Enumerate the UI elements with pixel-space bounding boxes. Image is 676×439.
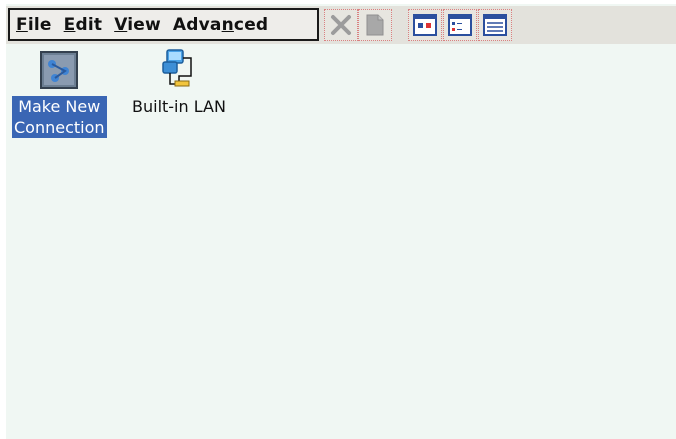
small-icons-view-button[interactable]: [443, 9, 477, 41]
properties-button[interactable]: [358, 9, 392, 41]
delete-icon: [331, 15, 351, 35]
menu-view[interactable]: View: [108, 15, 167, 35]
menu-advanced[interactable]: Advanced: [167, 15, 274, 35]
network-lan-icon: [157, 48, 201, 92]
list-item[interactable]: Built-in LAN: [130, 48, 228, 117]
item-label: Make New Connection: [12, 96, 107, 138]
delete-button[interactable]: [324, 9, 358, 41]
network-connections-window: File Edit View Advanced Make New Connect…: [6, 4, 676, 439]
properties-icon: [366, 14, 384, 36]
command-bar: File Edit View Advanced: [6, 6, 676, 44]
menu-bar: File Edit View Advanced: [8, 8, 319, 41]
large-icons-view-button[interactable]: [408, 9, 442, 41]
menu-file[interactable]: File: [10, 15, 58, 35]
details-view-button[interactable]: [478, 9, 512, 41]
small-icons-view-icon: [448, 14, 472, 36]
list-item[interactable]: Make New Connection: [12, 48, 107, 138]
large-icons-view-icon: [413, 14, 437, 36]
item-label: Built-in LAN: [132, 97, 226, 116]
make-new-connection-icon: [37, 48, 81, 92]
menu-edit[interactable]: Edit: [58, 15, 109, 35]
details-view-icon: [483, 14, 507, 36]
